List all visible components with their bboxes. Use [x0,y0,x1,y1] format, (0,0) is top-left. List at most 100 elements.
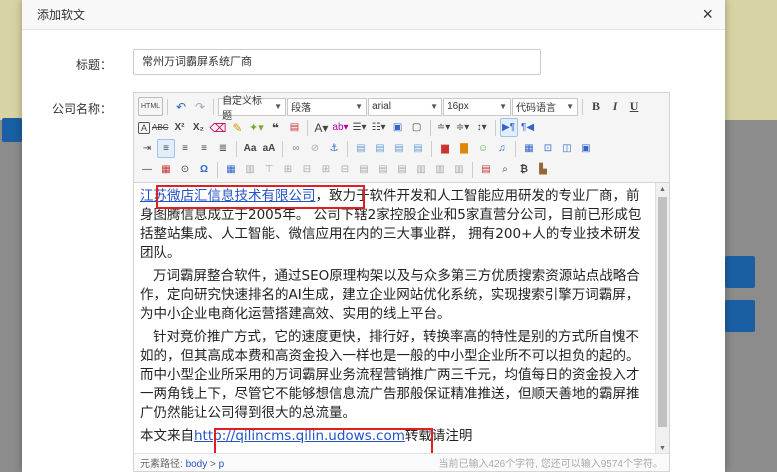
bold-icon[interactable]: B [587,97,605,116]
align-justify-icon[interactable]: ≣ [214,139,232,158]
ordered-list-icon[interactable]: ☰▾ [351,118,369,137]
editor-scrollbar[interactable]: ▲ ▼ [655,183,669,455]
code-language-select[interactable]: 代码语言 ▼ [512,97,579,116]
insert-paragraph-before-table-icon[interactable]: ⊤ [260,160,278,179]
strikethrough-icon[interactable]: ABC [151,118,169,137]
company-link[interactable]: 江苏微店汇信息技术有限公司 [140,188,316,204]
path-p-link[interactable]: p [219,459,225,470]
image-center-icon[interactable]: ▤ [409,139,427,158]
insert-col-icon[interactable]: ⊞ [317,160,335,179]
scroll-up-icon[interactable]: ▲ [659,186,666,193]
find-replace-icon[interactable]: ₿ [515,160,533,179]
insert-table-icon[interactable]: ▦ [222,160,240,179]
element-path: 元素路径: body > p [140,455,224,470]
video-icon[interactable]: ▦ [520,139,538,158]
line-height-icon[interactable]: ↕▾ [473,118,491,137]
scroll-thumb[interactable] [658,197,667,427]
align-left-icon[interactable]: ≡ [157,139,175,158]
chevron-down-icon: ▼ [430,102,439,111]
editor-toolbar: HTML ↶ ↷ 自定义标题 ▼ 段落 ▼ arial ▼ 16px ▼ 代码语言 ▼ B… [134,93,669,183]
font-color-icon[interactable]: A▾ [312,118,330,137]
path-body-link[interactable]: body [186,459,208,470]
redo-icon[interactable]: ↷ [191,97,209,116]
html-source-button[interactable]: HTML [138,97,164,116]
title-input[interactable]: 常州万词霸屏系统厂商 [133,49,541,75]
toolbar-separator [217,161,218,178]
insert-row-icon[interactable]: ⊞ [279,160,297,179]
border-icon[interactable]: A [138,121,150,134]
dialog-title: 添加软文 [37,8,86,22]
toolbar-separator [347,140,348,157]
merge-cells-icon[interactable]: ▤ [355,160,373,179]
multi-image-icon[interactable]: ▇ [455,139,473,158]
align-center-icon[interactable]: ≡ [176,139,194,158]
attachment-icon[interactable]: ⊡ [539,139,557,158]
horizontal-rule-icon[interactable]: — [138,160,156,179]
delete-row-icon[interactable]: ⊟ [298,160,316,179]
indent-icon[interactable]: ⇥ [138,139,156,158]
row-spacing-bottom-icon[interactable]: ≑▾ [454,118,472,137]
frame-icon[interactable]: ▣ [577,139,595,158]
close-icon[interactable]: × [702,4,713,24]
split-rows-icon[interactable]: ▥ [431,160,449,179]
uppercase-icon[interactable]: Aa [241,139,259,158]
add-article-dialog: 添加软文 × 标题： 常州万词霸屏系统厂商 公司名称： HTML ↶ ↷ 自定义… [22,0,725,472]
drafts-icon[interactable]: ▙ [534,160,552,179]
search-icon[interactable]: ⌕ [496,160,514,179]
map-icon[interactable]: ◫ [558,139,576,158]
toolbar-row: ⇥ ≡ ≡ ≡ ≣ Aa aA ∞ ⊘ ⚓ ▤ ▤ ▤ ▤ ▆ ▇ ☺ ♫ ▦ … [138,138,665,159]
merge-down-icon[interactable]: ▤ [393,160,411,179]
print-icon[interactable]: ▤ [477,160,495,179]
superscript-icon[interactable]: X² [170,118,188,137]
emoji-icon[interactable]: ☺ [474,139,492,158]
anchor-icon[interactable]: ⚓ [325,139,343,158]
image-float-left-icon[interactable]: ▤ [371,139,389,158]
rtl-direction-icon[interactable]: ¶◀ [519,118,537,137]
font-size-select[interactable]: 16px ▼ [443,97,512,116]
align-right-icon[interactable]: ≡ [195,139,213,158]
scroll-down-icon[interactable]: ▼ [659,445,666,452]
image-float-none-icon[interactable]: ▤ [352,139,370,158]
path-separator: > [210,459,216,470]
date-icon[interactable]: ▦ [157,160,175,179]
highlight-color-icon[interactable]: ab▾ [331,118,349,137]
auto-format-icon[interactable]: ✦▾ [247,118,265,137]
split-cells-icon[interactable]: ▥ [412,160,430,179]
paste-text-icon[interactable]: ▤ [285,118,303,137]
font-family-select[interactable]: arial ▼ [368,97,443,116]
delete-table-icon[interactable]: ▥ [241,160,259,179]
subscript-icon[interactable]: X₂ [189,118,207,137]
time-icon[interactable]: ⊙ [176,160,194,179]
merge-right-icon[interactable]: ▤ [374,160,392,179]
custom-title-select[interactable]: 自定义标题 ▼ [218,96,287,122]
underline-icon[interactable]: U [625,97,643,116]
source-link[interactable]: http://qilincms.qilin.udows.com [194,428,405,444]
toolbar-separator [282,140,283,157]
image-float-right-icon[interactable]: ▤ [390,139,408,158]
blockquote-icon[interactable]: ❝ [266,118,284,137]
music-icon[interactable]: ♫ [493,139,511,158]
clear-doc-icon[interactable]: ▢ [408,118,426,137]
select-all-icon[interactable]: ▣ [389,118,407,137]
link-icon[interactable]: ∞ [287,139,305,158]
special-char-icon[interactable]: Ω [195,160,213,179]
italic-icon[interactable]: I [606,97,624,116]
undo-icon[interactable]: ↶ [172,97,190,116]
chevron-down-icon: ▼ [274,102,283,111]
row-spacing-top-icon[interactable]: ≐▾ [435,118,453,137]
paragraph-select[interactable]: 段落 ▼ [287,97,368,116]
lowercase-icon[interactable]: aA [260,139,278,158]
eraser-icon[interactable]: ⌫ [208,118,227,137]
delete-col-icon[interactable]: ⊟ [336,160,354,179]
toolbar-separator [515,140,516,157]
ltr-direction-icon[interactable]: ▶¶ [499,118,518,137]
unordered-list-icon[interactable]: ☷▾ [370,118,388,137]
unlink-icon[interactable]: ⊘ [306,139,324,158]
toolbar-separator [167,98,169,115]
toolbar-separator [213,98,215,115]
dialog-header: 添加软文 [22,0,725,30]
split-cols-icon[interactable]: ▥ [450,160,468,179]
editor-content[interactable]: 江苏微店汇信息技术有限公司，致力于软件开发和人工智能应用研发的专业厂商，前身图腾… [134,183,654,455]
format-brush-icon[interactable]: ✎ [228,118,246,137]
image-icon[interactable]: ▆ [436,139,454,158]
